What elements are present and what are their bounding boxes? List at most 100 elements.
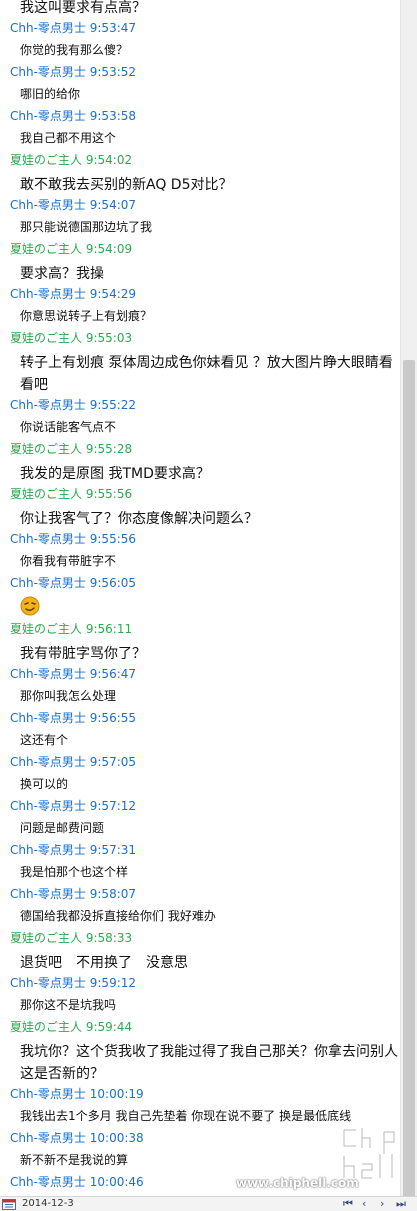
message-text: 退货吧 不用换了 没意思 (20, 955, 188, 971)
message-header: Chh-零点男士 10:00:46 (10, 1175, 144, 1189)
message-text: 问题是邮费问题 (20, 821, 105, 835)
message-time: 9:55:22 (89, 398, 137, 412)
message-header: Chh-零点男士 9:57:12 (10, 799, 136, 813)
vertical-scrollbar[interactable] (400, 0, 417, 1200)
sender-name: Chh-零点男士 (10, 1131, 86, 1145)
message-text: 你说话能客气点不 (20, 420, 117, 434)
message-text: 我钱出去1个多月 我自己先垫着 你现在说不要了 换是最低底线 (20, 1109, 352, 1123)
message-time: 9:56:05 (89, 576, 137, 590)
smirk-emoji-icon (20, 596, 40, 616)
message-text: 你意思说转子上有划痕？ (20, 309, 153, 323)
message-text: 德国给我都没拆直接给你们 我好难办 (20, 909, 216, 923)
message-header: Chh-零点男士 9:54:07 (10, 198, 136, 212)
message-header: Chh-零点男士 10:00:38 (10, 1131, 144, 1145)
message-header: Chh-零点男士 9:54:29 (10, 287, 136, 301)
message-header: 夏娃のご主人 9:55:56 (10, 487, 132, 501)
sender-name: Chh-零点男士 (10, 198, 86, 212)
message-text: 你看我有带脏字不 (20, 554, 117, 568)
message-time: 9:55:03 (85, 331, 133, 345)
message-time: 9:56:55 (89, 711, 137, 725)
sender-name: Chh-零点男士 (10, 109, 86, 123)
message-header: Chh-零点男士 9:57:31 (10, 843, 136, 857)
message-header: 夏娃のご主人 9:55:03 (10, 331, 132, 345)
message-header: Chh-零点男士 9:53:52 (10, 65, 136, 79)
status-bar: 2014-12-3 ⏮ ‹ › ⏭ (0, 1196, 417, 1211)
sender-name: Chh-零点男士 (10, 532, 86, 546)
message-time: 9:54:29 (89, 287, 137, 301)
message-header: Chh-零点男士 10:00:19 (10, 1087, 144, 1101)
sender-name: 夏娃のご主人 (10, 331, 83, 345)
message-text: 新不新不是我说的算 (20, 1153, 129, 1167)
message-time: 9:56:47 (89, 667, 137, 681)
message-time: 9:54:07 (89, 198, 137, 212)
sender-name: Chh-零点男士 (10, 1175, 86, 1189)
message-text: 我这叫要求有点高？ (20, 0, 146, 16)
message-time: 9:53:47 (89, 21, 137, 35)
sender-name: Chh-零点男士 (10, 755, 86, 769)
message-time: 9:56:11 (85, 622, 133, 636)
message-text: 我是怕那个也这个样 (20, 865, 129, 879)
message-time: 9:59:44 (85, 1020, 133, 1034)
sender-name: 夏娃のご主人 (10, 242, 83, 256)
message-text: 我自己都不用这个 (20, 131, 117, 145)
previous-page-button[interactable]: ‹ (362, 1197, 366, 1211)
message-time: 9:55:56 (85, 487, 133, 501)
message-header: Chh-零点男士 9:55:56 (10, 532, 136, 546)
sender-name: Chh-零点男士 (10, 65, 86, 79)
message-text: 我发的是原图 我TMD要求高？ (20, 466, 210, 482)
message-header: Chh-零点男士 9:56:47 (10, 667, 136, 681)
message-text: 那只能说德国那边坑了我 (20, 220, 153, 234)
message-header: Chh-零点男士 9:56:05 (10, 576, 136, 590)
message-header: 夏娃のご主人 9:59:44 (10, 1020, 132, 1034)
sender-name: Chh-零点男士 (10, 576, 86, 590)
message-time: 9:57:05 (89, 755, 137, 769)
sender-name: 夏娃のご主人 (10, 153, 83, 167)
message-header: Chh-零点男士 9:55:22 (10, 398, 136, 412)
message-text: 你觉的我有那么傻？ (20, 43, 129, 57)
message-text: 你让我客气了？你态度像解决问题么？ (20, 511, 258, 527)
calendar-icon[interactable] (2, 1198, 16, 1210)
message-text: 我坑你？这个货我收了我能过得了我自己那关？你拿去问别人这是否新的？ (20, 1044, 398, 1082)
message-text: 要求高？我操 (20, 266, 104, 282)
message-text: 我有带脏字骂你了？ (20, 646, 146, 662)
message-text: 那你这不是坑我吗 (20, 998, 117, 1012)
message-header: 夏娃のご主人 9:58:33 (10, 931, 132, 945)
message-text: 敢不敢我去买别的新AQ D5对比？ (20, 177, 233, 193)
message-text: 那你叫我怎么处理 (20, 689, 117, 703)
sender-name: 夏娃のご主人 (10, 931, 83, 945)
message-time: 9:57:12 (89, 799, 137, 813)
scrollbar-thumb[interactable] (403, 360, 415, 1200)
message-header: Chh-零点男士 9:53:58 (10, 109, 136, 123)
sender-name: 夏娃のご主人 (10, 622, 83, 636)
message-header: 夏娃のご主人 9:54:02 (10, 153, 132, 167)
sender-name: 夏娃のご主人 (10, 442, 83, 456)
message-header: Chh-零点男士 9:58:07 (10, 887, 136, 901)
next-page-button[interactable]: › (380, 1197, 384, 1211)
message-time: 9:58:07 (89, 887, 137, 901)
message-time: 9:53:58 (89, 109, 137, 123)
last-page-button[interactable]: ⏭ (396, 1197, 406, 1211)
chat-history-pane: 我这叫要求有点高？ Chh-零点男士 9:53:47 你觉的我有那么傻？ Chh-零点… (0, 0, 400, 1196)
sender-name: Chh-零点男士 (10, 799, 86, 813)
sender-name: Chh-零点男士 (10, 1087, 86, 1101)
message-time: 10:00:38 (89, 1131, 144, 1145)
message-header: 夏娃のご主人 9:54:09 (10, 242, 132, 256)
message-text: 转子上有划痕 泵体周边成色你妹看见 ？放大图片睁大眼睛看看吧 (20, 355, 393, 393)
message-time: 9:57:31 (89, 843, 137, 857)
date-label: 2014-12-3 (22, 1198, 74, 1209)
message-time: 9:59:12 (89, 976, 137, 990)
message-header: Chh-零点男士 9:57:05 (10, 755, 136, 769)
first-page-button[interactable]: ⏮ (343, 1197, 353, 1211)
message-header: Chh-零点男士 9:53:47 (10, 21, 136, 35)
message-time: 9:54:09 (85, 242, 133, 256)
message-time: 9:55:56 (89, 532, 137, 546)
message-header: Chh-零点男士 9:56:55 (10, 711, 136, 725)
message-time: 10:00:46 (89, 1175, 144, 1189)
sender-name: Chh-零点男士 (10, 667, 86, 681)
sender-name: Chh-零点男士 (10, 976, 86, 990)
message-time: 10:00:19 (89, 1087, 144, 1101)
sender-name: Chh-零点男士 (10, 398, 86, 412)
message-time: 9:55:28 (85, 442, 133, 456)
message-text: 换可以的 (20, 777, 69, 791)
sender-name: 夏娃のご主人 (10, 1020, 83, 1034)
